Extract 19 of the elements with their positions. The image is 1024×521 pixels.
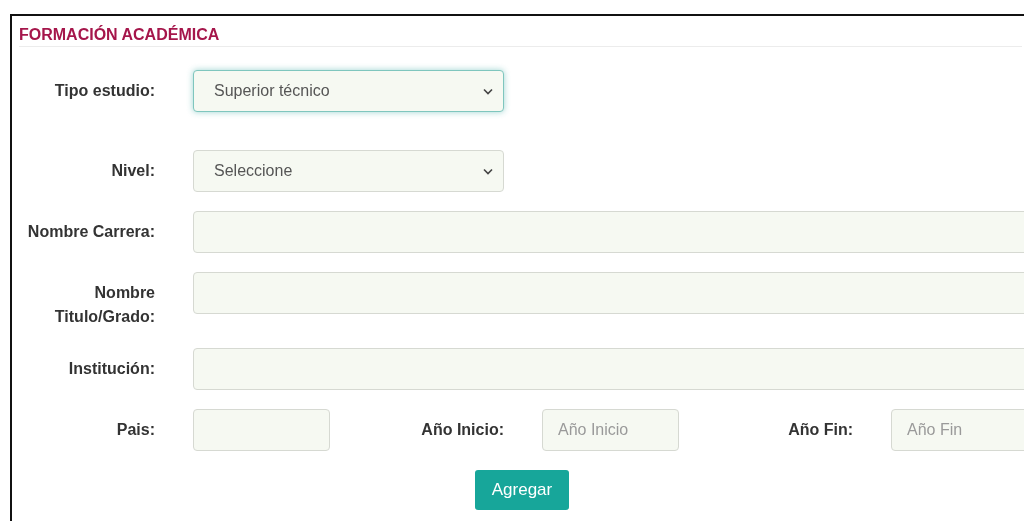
field-label: Año Inicio:	[420, 420, 504, 440]
section-title: FORMACIÓN ACADÉMICA	[19, 25, 1022, 47]
select-field[interactable]: Superior técnico	[193, 70, 504, 112]
field-label: Año Fin:	[787, 420, 853, 440]
input-field[interactable]	[193, 272, 1024, 314]
field-label: Institución:	[67, 359, 155, 379]
field-label: Tipo estudio:	[53, 81, 155, 101]
input-field[interactable]	[193, 211, 1024, 253]
field-label: Nombre Carrera:	[26, 222, 155, 242]
input-field[interactable]	[193, 409, 330, 451]
select-field[interactable]: Seleccione	[193, 150, 504, 192]
chevron-icon	[483, 87, 493, 95]
field-label: Nombre Titulo/Grado:	[53, 283, 155, 327]
chevron-icon	[483, 167, 493, 175]
input-field[interactable]	[193, 348, 1024, 390]
field-label: Nivel:	[110, 161, 155, 181]
field-label: Pais:	[115, 420, 155, 440]
input-field[interactable]: Año Inicio	[542, 409, 679, 451]
input-field[interactable]: Año Fin	[891, 409, 1024, 451]
